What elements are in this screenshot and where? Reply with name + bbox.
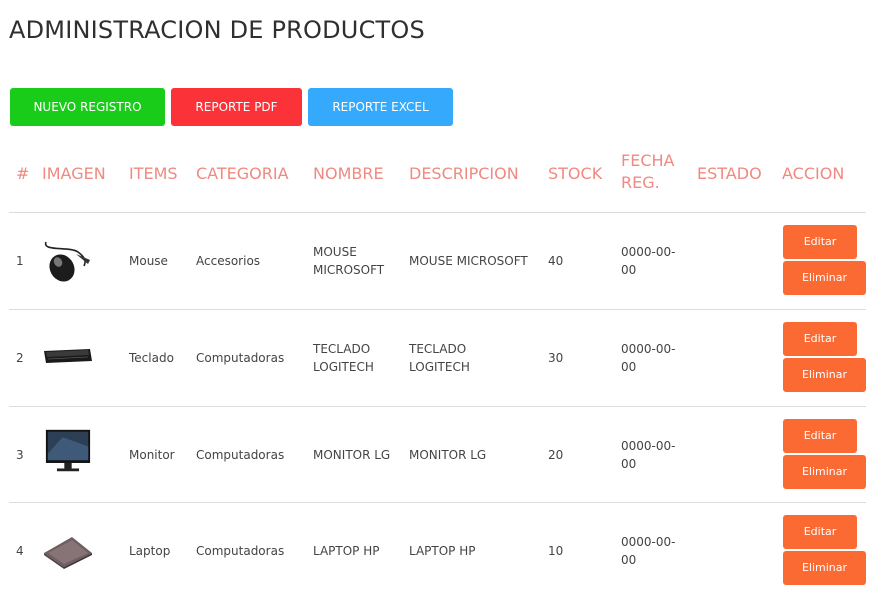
row-description: MONITOR LG bbox=[409, 448, 487, 462]
header-stock: STOCK bbox=[548, 164, 603, 183]
row-date-line1: 0000-00- bbox=[621, 535, 676, 549]
row-description-line1: TECLADO bbox=[409, 342, 467, 356]
delete-button[interactable]: Eliminar bbox=[783, 455, 866, 489]
laptop-image bbox=[44, 537, 92, 569]
row-category: Accesorios bbox=[196, 254, 261, 268]
delete-button[interactable]: Eliminar bbox=[783, 551, 866, 585]
header-name: NOMBRE bbox=[313, 164, 384, 183]
row-date: 0000-00- 00 bbox=[621, 243, 675, 279]
row-date-line1: 0000-00- bbox=[621, 245, 676, 259]
header-image: IMAGEN bbox=[42, 164, 106, 183]
row-description: LAPTOP HP bbox=[409, 544, 476, 558]
row-name: MONITOR LG bbox=[313, 448, 391, 462]
table-row: 1 Mouse Accesorios MOUSE MICROSOFT MOUSE… bbox=[0, 213, 886, 309]
edit-button[interactable]: Editar bbox=[783, 515, 857, 549]
row-category: Computadoras bbox=[196, 351, 285, 365]
table-row: 2 Teclado Computadoras TECLADO LOGITECH … bbox=[0, 310, 886, 406]
delete-button[interactable]: Eliminar bbox=[783, 358, 866, 392]
row-name-line2: LOGITECH bbox=[313, 360, 374, 374]
row-category: Computadoras bbox=[196, 448, 285, 462]
row-date-line2: 00 bbox=[621, 263, 637, 277]
page-title: ADMINISTRACION DE PRODUCTOS bbox=[9, 16, 425, 44]
row-description: MOUSE MICROSOFT bbox=[409, 254, 528, 268]
row-name: LAPTOP HP bbox=[313, 544, 380, 558]
row-num: 1 bbox=[16, 254, 24, 268]
delete-button[interactable]: Eliminar bbox=[783, 261, 866, 295]
header-items: ITEMS bbox=[129, 164, 178, 183]
header-num: # bbox=[16, 164, 30, 183]
table-row: 4 Laptop Computadoras LAPTOP HP LAPTOP H… bbox=[0, 502, 886, 598]
row-date: 0000-00- 00 bbox=[621, 340, 675, 376]
row-stock: 40 bbox=[548, 254, 564, 268]
row-name-line2: MICROSOFT bbox=[313, 263, 385, 277]
keyboard-image bbox=[44, 349, 92, 363]
row-date-line2: 00 bbox=[621, 457, 637, 471]
new-record-button[interactable]: NUEVO REGISTRO bbox=[10, 88, 165, 126]
edit-button[interactable]: Editar bbox=[783, 322, 857, 356]
row-num: 4 bbox=[16, 544, 24, 558]
row-date-line2: 00 bbox=[621, 360, 637, 374]
row-stock: 10 bbox=[548, 544, 564, 558]
row-date-line1: 0000-00- bbox=[621, 439, 676, 453]
row-description-line2: LOGITECH bbox=[409, 360, 470, 374]
row-num: 3 bbox=[16, 448, 24, 462]
table-row: 3 Monitor Computadoras MONITOR LG MONITO… bbox=[0, 406, 886, 502]
row-date-line1: 0000-00- bbox=[621, 342, 676, 356]
row-item: Laptop bbox=[129, 544, 171, 558]
row-num: 2 bbox=[16, 351, 24, 365]
header-date-line2: REG. bbox=[621, 173, 660, 192]
row-name: MOUSE MICROSOFT bbox=[313, 243, 384, 279]
row-date: 0000-00- 00 bbox=[621, 533, 675, 569]
header-description: DESCRIPCION bbox=[409, 164, 519, 183]
header-action: ACCION bbox=[782, 164, 845, 183]
row-description: TECLADO LOGITECH bbox=[409, 340, 470, 376]
row-name-line1: MOUSE bbox=[313, 245, 357, 259]
row-stock: 30 bbox=[548, 351, 564, 365]
header-status: ESTADO bbox=[697, 164, 762, 183]
monitor-image bbox=[45, 429, 91, 472]
header-category: CATEGORIA bbox=[196, 164, 289, 183]
row-date: 0000-00- 00 bbox=[621, 437, 675, 473]
row-item: Teclado bbox=[129, 351, 174, 365]
mouse-image bbox=[45, 241, 90, 282]
header-date: FECHA REG. bbox=[621, 150, 674, 194]
edit-button[interactable]: Editar bbox=[783, 225, 857, 259]
header-date-line1: FECHA bbox=[621, 151, 675, 170]
row-item: Monitor bbox=[129, 448, 175, 462]
row-item: Mouse bbox=[129, 254, 168, 268]
row-stock: 20 bbox=[548, 448, 564, 462]
row-date-line2: 00 bbox=[621, 553, 637, 567]
excel-report-button[interactable]: REPORTE EXCEL bbox=[308, 88, 453, 126]
row-name: TECLADO LOGITECH bbox=[313, 340, 374, 376]
row-category: Computadoras bbox=[196, 544, 285, 558]
edit-button[interactable]: Editar bbox=[783, 419, 857, 453]
pdf-report-button[interactable]: REPORTE PDF bbox=[171, 88, 302, 126]
row-name-line1: TECLADO bbox=[313, 342, 371, 356]
